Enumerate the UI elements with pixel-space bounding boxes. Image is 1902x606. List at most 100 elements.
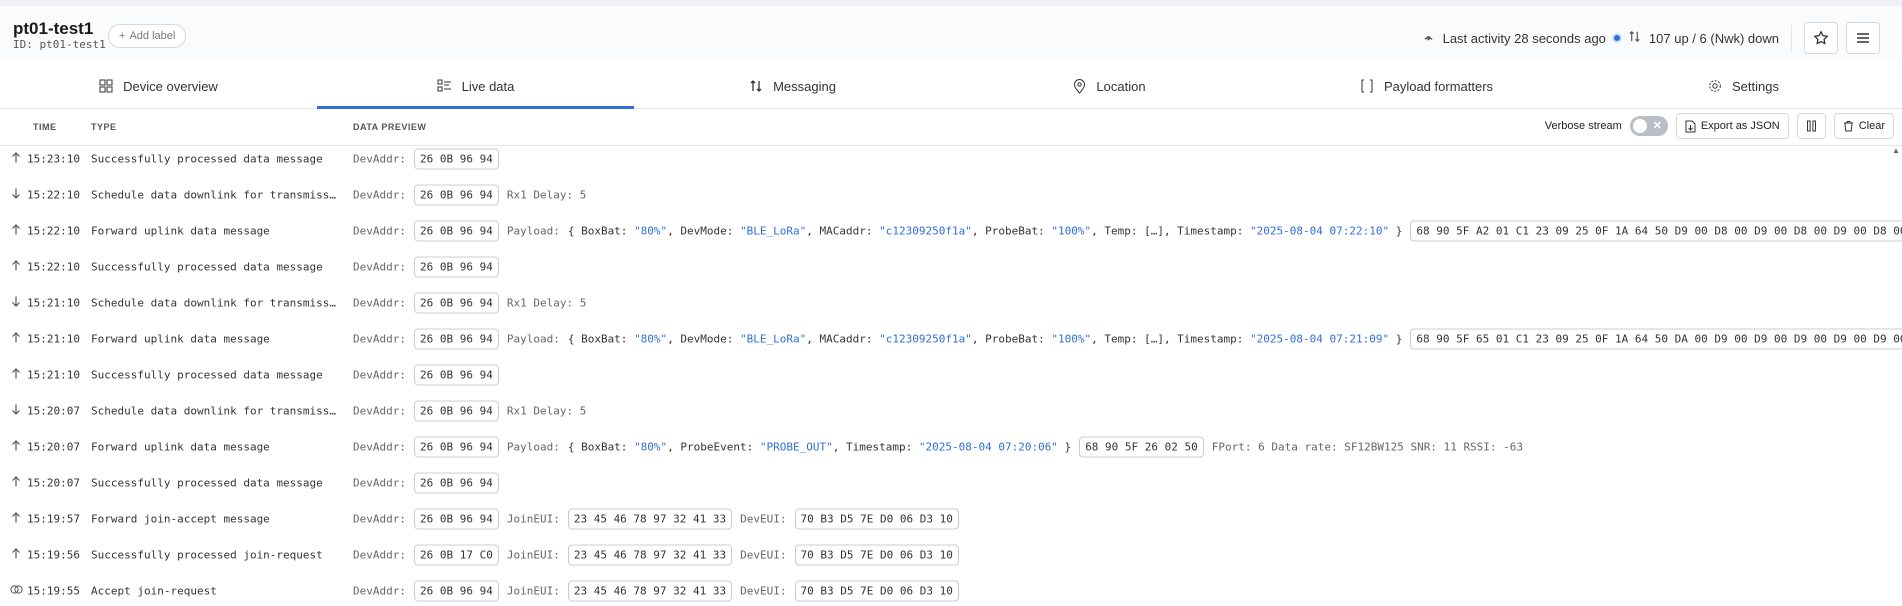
payload-part: "BLE_LoRa" [740,332,807,346]
menu-button[interactable] [1846,22,1880,54]
tab-label: Messaging [773,78,836,94]
devaddr-value[interactable]: 26 0B 96 94 [413,472,499,494]
event-row[interactable]: 15:20:07 Schedule data downlink for trans… [0,393,1902,429]
payload-part: "80%" [634,440,668,454]
trash-icon [1843,121,1853,132]
data-preview: DevAddr: 26 0B 96 94 [353,472,499,494]
deveui-value[interactable]: 70 B3 D5 7E D0 06 D3 10 [794,580,959,602]
event-row[interactable]: 15:20:07 Forward uplink data message DevAd… [0,429,1902,465]
event-row[interactable]: 15:21:10 Successfully processed data mess… [0,357,1902,393]
event-row[interactable]: 15:19:56 Successfully processed join-requ… [0,537,1902,573]
event-type: Accept join-request [91,584,217,598]
devaddr-label: DevAddr: [353,188,406,202]
devaddr-value[interactable]: 26 0B 96 94 [413,580,499,602]
event-row[interactable]: 15:21:10 Forward uplink data message DevAd… [0,321,1902,357]
joineui-label: JoinEUI: [506,548,560,562]
raw-hex-value[interactable]: 68 90 5F A2 01 C1 23 09 25 0F 1A 64 50 D… [1410,220,1902,242]
tab-device-overview[interactable]: Device overview [0,64,317,108]
devaddr-label: DevAddr: [353,152,406,166]
payload-part: } [1389,332,1403,346]
payload-part: , ProbeEvent: [667,440,760,454]
raw-hex-value[interactable]: 68 90 5F 65 01 C1 23 09 25 0F 1A 64 50 D… [1410,328,1902,350]
join-icon [10,584,23,599]
pin-icon [1074,78,1086,94]
data-preview: DevAddr: 26 0B 17 C0 JoinEUI: 23 45 46 78 9… [353,544,959,566]
devaddr-value[interactable]: 26 0B 96 94 [413,436,499,458]
event-time: 15:19:56 [27,548,80,562]
joineui-label: JoinEUI: [506,512,560,526]
event-type: Forward uplink data message [91,440,270,454]
tab-payload-formatters[interactable]: Payload formatters [1268,64,1585,108]
payload-part: "100%" [1051,224,1092,238]
payload-part: "BLE_LoRa" [740,224,807,238]
uplink-meta-text: FPort: 6 Data rate: SF12BW125 SNR: 11 RS… [1211,440,1524,454]
clear-button[interactable]: Clear [1833,113,1894,139]
event-type: Forward join-accept message [91,512,270,526]
devaddr-value[interactable]: 26 0B 96 94 [413,400,499,422]
uplink-arrow-icon [10,224,22,239]
joineui-value[interactable]: 23 45 46 78 97 32 41 33 [567,580,733,602]
event-type: Forward uplink data message [91,224,270,238]
event-row[interactable]: 15:23:10 Successfully processed data mess… [0,141,1902,177]
raw-hex-value[interactable]: 68 90 5F 26 02 50 [1079,436,1204,458]
export-json-button[interactable]: Export as JSON [1675,113,1789,139]
deveui-value[interactable]: 70 B3 D5 7E D0 06 D3 10 [794,508,959,530]
devaddr-label: DevAddr: [353,332,406,346]
joineui-value[interactable]: 23 45 46 78 97 32 41 33 [567,544,733,566]
deveui-value[interactable]: 70 B3 D5 7E D0 06 D3 10 [794,544,959,566]
devaddr-value[interactable]: 26 0B 96 94 [413,292,499,314]
event-time: 15:21:10 [27,332,80,346]
devaddr-value[interactable]: 26 0B 96 94 [413,148,499,170]
devaddr-value[interactable]: 26 0B 96 94 [413,184,499,206]
devaddr-value[interactable]: 26 0B 96 94 [413,364,499,386]
traffic-text: 107 up / 6 (Nwk) down [1648,30,1779,46]
event-row[interactable]: 15:20:07 Successfully processed data mess… [0,465,1902,501]
event-row[interactable]: 15:22:10 Schedule data downlink for trans… [0,177,1902,213]
pause-icon [1806,120,1816,132]
tab-settings[interactable]: Settings [1585,64,1902,108]
devaddr-value[interactable]: 26 0B 96 94 [413,220,499,242]
event-row[interactable]: 15:22:10 Successfully processed data mess… [0,249,1902,285]
tab-live-data[interactable]: Live data [317,64,634,109]
tab-messaging[interactable]: Messaging [634,64,951,108]
joineui-value[interactable]: 23 45 46 78 97 32 41 33 [567,508,733,530]
event-row[interactable]: 15:19:57 Forward join-accept message DevAd… [0,501,1902,537]
scroll-up-icon[interactable]: ▲ [1892,146,1900,156]
uplink-arrow-icon [10,440,22,455]
payload-label: Payload: [506,224,560,238]
column-header-time: TIME [33,122,57,132]
tab-location[interactable]: Location [951,64,1268,108]
event-time: 15:19:57 [27,512,80,526]
devaddr-label: DevAddr: [353,368,406,382]
downlink-arrow-icon [10,296,22,311]
verbose-stream-toggle[interactable]: ✕ [1629,116,1668,136]
downlink-arrow-icon [10,404,22,419]
toggle-off-icon: ✕ [1652,120,1662,132]
activity-icon [1422,30,1435,46]
star-icon [1813,30,1829,45]
devaddr-value[interactable]: 26 0B 96 94 [413,256,499,278]
event-row[interactable]: 15:21:10 Schedule data downlink for trans… [0,285,1902,321]
deveui-label: DevEUI: [740,584,787,598]
uplink-arrow-icon [10,368,22,383]
devaddr-value[interactable]: 26 0B 96 94 [413,328,499,350]
payload-part: "c12309250f1a" [879,332,972,346]
uplink-arrow-icon [10,152,22,167]
devaddr-value[interactable]: 26 0B 17 C0 [413,544,499,566]
event-row[interactable]: 15:19:55 Accept join-request DevAddr: 26 0B… [0,573,1902,606]
pause-button[interactable] [1796,113,1826,139]
star-button[interactable] [1804,22,1838,54]
header-divider [1791,25,1792,51]
last-activity-text: Last activity 28 seconds ago [1442,30,1606,46]
devaddr-label: DevAddr: [353,440,406,454]
event-row[interactable]: 15:22:10 Forward uplink data message DevAd… [0,213,1902,249]
payload-part: , ProbeBat: [971,332,1052,346]
event-time: 15:20:07 [27,476,80,490]
payload-part: "80%" [634,224,668,238]
add-label-button[interactable]: + Add label [108,24,187,48]
gear-icon [1709,80,1721,92]
event-time: 15:23:10 [27,152,80,166]
tab-label: Payload formatters [1383,78,1494,94]
devaddr-value[interactable]: 26 0B 96 94 [413,508,499,530]
devaddr-label: DevAddr: [353,512,406,526]
